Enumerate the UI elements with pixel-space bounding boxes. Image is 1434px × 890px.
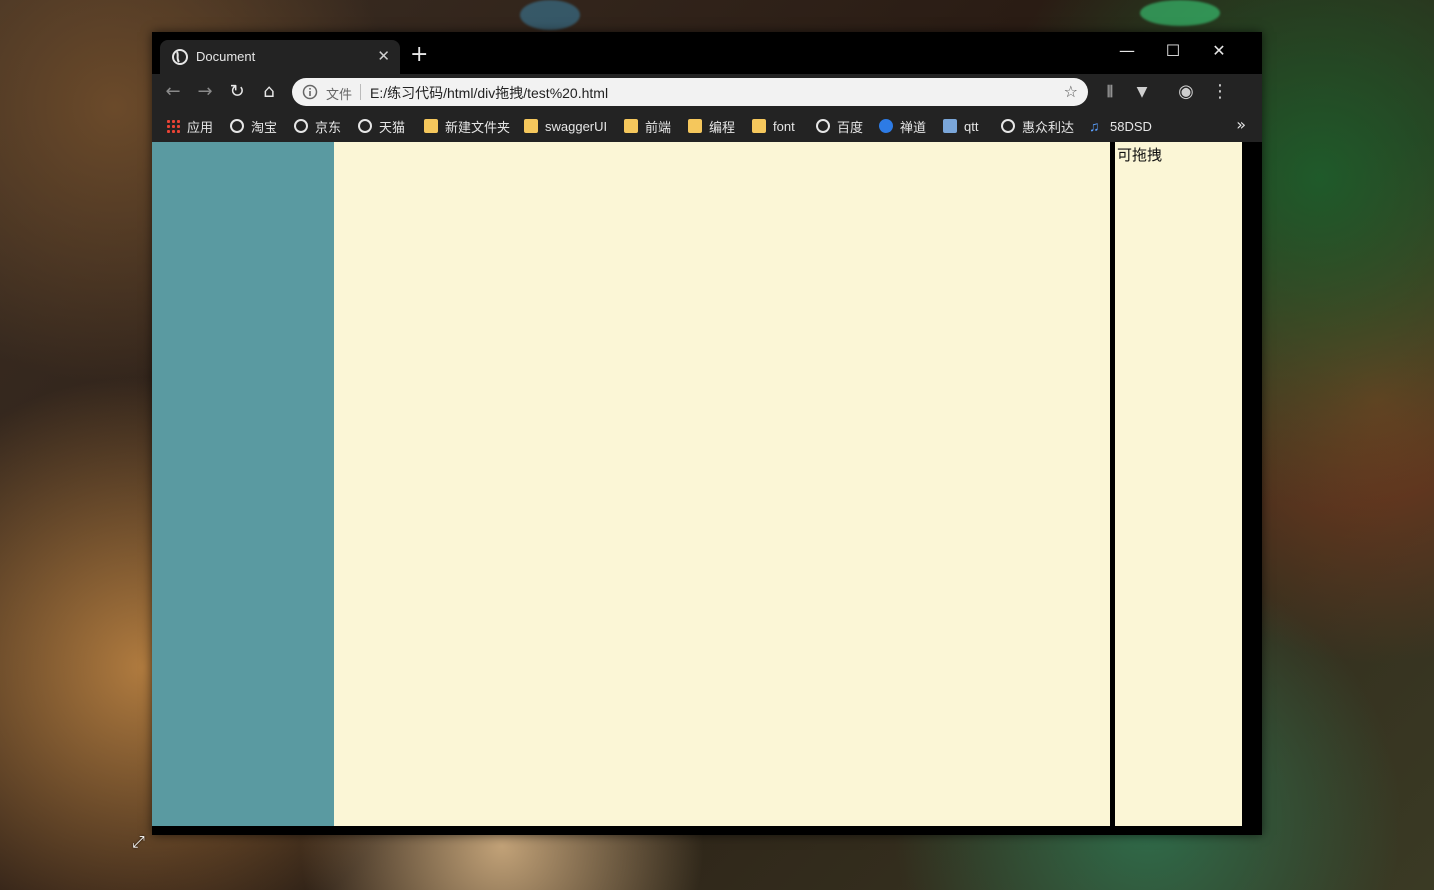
- bookmark-label: 禅道: [900, 119, 927, 135]
- bookmark-label: 新建文件夹: [445, 119, 511, 135]
- bookmark-huizhonglida[interactable]: 惠众利达: [1001, 117, 1074, 135]
- folder-icon: [424, 119, 438, 133]
- new-tab-button[interactable]: +: [410, 44, 428, 66]
- bookmark-jd[interactable]: 京东: [294, 117, 341, 135]
- vue-devtools-icon[interactable]: ▼: [1132, 82, 1152, 102]
- main-pane: [334, 142, 1110, 826]
- folder-icon: [524, 119, 538, 133]
- bookmark-label: 58DSD: [1110, 118, 1152, 134]
- browser-toolbar: ← → ↻ ⌂ 文件 E:/练习代码/html/div拖拽/test%20.ht…: [152, 74, 1262, 110]
- bookmarks-bar: 应用 淘宝 京东 天猫 新建文件夹 swaggerUI 前端 编程 font 百…: [152, 110, 1262, 142]
- extension-icon[interactable]: ⫼: [1100, 82, 1120, 102]
- tab-bar: Document ✕ + — ☐ ✕: [152, 32, 1262, 74]
- bookmark-label: 京东: [315, 119, 342, 135]
- bookmark-star-icon[interactable]: ☆: [1064, 82, 1078, 101]
- back-button[interactable]: ←: [162, 81, 184, 103]
- bookmark-taobao[interactable]: 淘宝: [230, 117, 277, 135]
- reload-button[interactable]: ↻: [226, 81, 248, 103]
- browser-menu-icon[interactable]: ⋮: [1210, 82, 1230, 102]
- minimize-button[interactable]: —: [1107, 38, 1147, 64]
- bookmark-qtt[interactable]: qtt: [943, 117, 978, 135]
- bookmark-label: 淘宝: [251, 119, 278, 135]
- tab-document[interactable]: Document ✕: [160, 40, 400, 74]
- bookmark-new-folder[interactable]: 新建文件夹: [424, 117, 510, 135]
- qtt-icon: [943, 119, 957, 133]
- bookmark-label: font: [773, 118, 795, 134]
- globe-icon: [816, 119, 830, 133]
- globe-icon: [358, 119, 372, 133]
- bookmark-label: qtt: [964, 118, 979, 134]
- address-separator: [360, 84, 361, 100]
- bookmark-tmall[interactable]: 天猫: [358, 117, 405, 135]
- bookmark-label: 百度: [837, 119, 864, 135]
- zentao-icon: [879, 119, 893, 133]
- tab-title: Document: [196, 49, 256, 64]
- globe-icon: [172, 49, 188, 65]
- music-note-icon: ♫: [1089, 118, 1100, 134]
- browser-window: Document ✕ + — ☐ ✕ ← → ↻ ⌂ 文件 E:/练习代码/ht…: [152, 32, 1262, 835]
- tab-close-icon[interactable]: ✕: [377, 47, 390, 65]
- draggable-label: 可拖拽: [1117, 146, 1163, 164]
- bookmark-label: 编程: [709, 119, 736, 135]
- address-url[interactable]: E:/练习代码/html/div拖拽/test%20.html: [370, 83, 608, 103]
- forward-button[interactable]: →: [194, 81, 216, 103]
- apps-icon: [166, 119, 180, 133]
- home-button[interactable]: ⌂: [258, 81, 280, 103]
- right-pane[interactable]: 可拖拽: [1115, 142, 1242, 826]
- bookmarks-more-icon[interactable]: »: [1236, 115, 1246, 134]
- close-window-button[interactable]: ✕: [1199, 38, 1239, 64]
- bookmark-zentao[interactable]: 禅道: [879, 117, 926, 135]
- page-viewport: 可拖拽: [152, 142, 1242, 826]
- bookmark-label: 应用: [187, 119, 214, 135]
- bookmark-font[interactable]: font: [752, 117, 795, 135]
- folder-icon: [752, 119, 766, 133]
- folder-icon: [688, 119, 702, 133]
- profile-avatar-icon[interactable]: ◉: [1176, 82, 1196, 102]
- address-scheme-label: 文件: [326, 87, 353, 102]
- bookmark-label: 天猫: [379, 119, 406, 135]
- bookmark-apps[interactable]: 应用: [166, 117, 213, 135]
- globe-icon: [230, 119, 244, 133]
- left-pane: [152, 142, 334, 826]
- bookmark-frontend[interactable]: 前端: [624, 117, 671, 135]
- address-bar[interactable]: 文件 E:/练习代码/html/div拖拽/test%20.html ☆: [292, 78, 1088, 106]
- globe-icon: [294, 119, 308, 133]
- folder-icon: [624, 119, 638, 133]
- bookmark-58dsd[interactable]: ♫ 58DSD: [1089, 117, 1152, 135]
- bookmark-label: 前端: [645, 119, 672, 135]
- bookmark-swaggerui[interactable]: swaggerUI: [524, 117, 607, 135]
- resize-cursor-icon: ⤢: [132, 832, 145, 851]
- bookmark-programming[interactable]: 编程: [688, 117, 735, 135]
- globe-icon: [1001, 119, 1015, 133]
- info-icon[interactable]: [302, 84, 318, 100]
- bookmark-label: 惠众利达: [1022, 119, 1075, 135]
- maximize-button[interactable]: ☐: [1153, 38, 1193, 64]
- bookmark-baidu[interactable]: 百度: [816, 117, 863, 135]
- bookmark-label: swaggerUI: [545, 118, 608, 134]
